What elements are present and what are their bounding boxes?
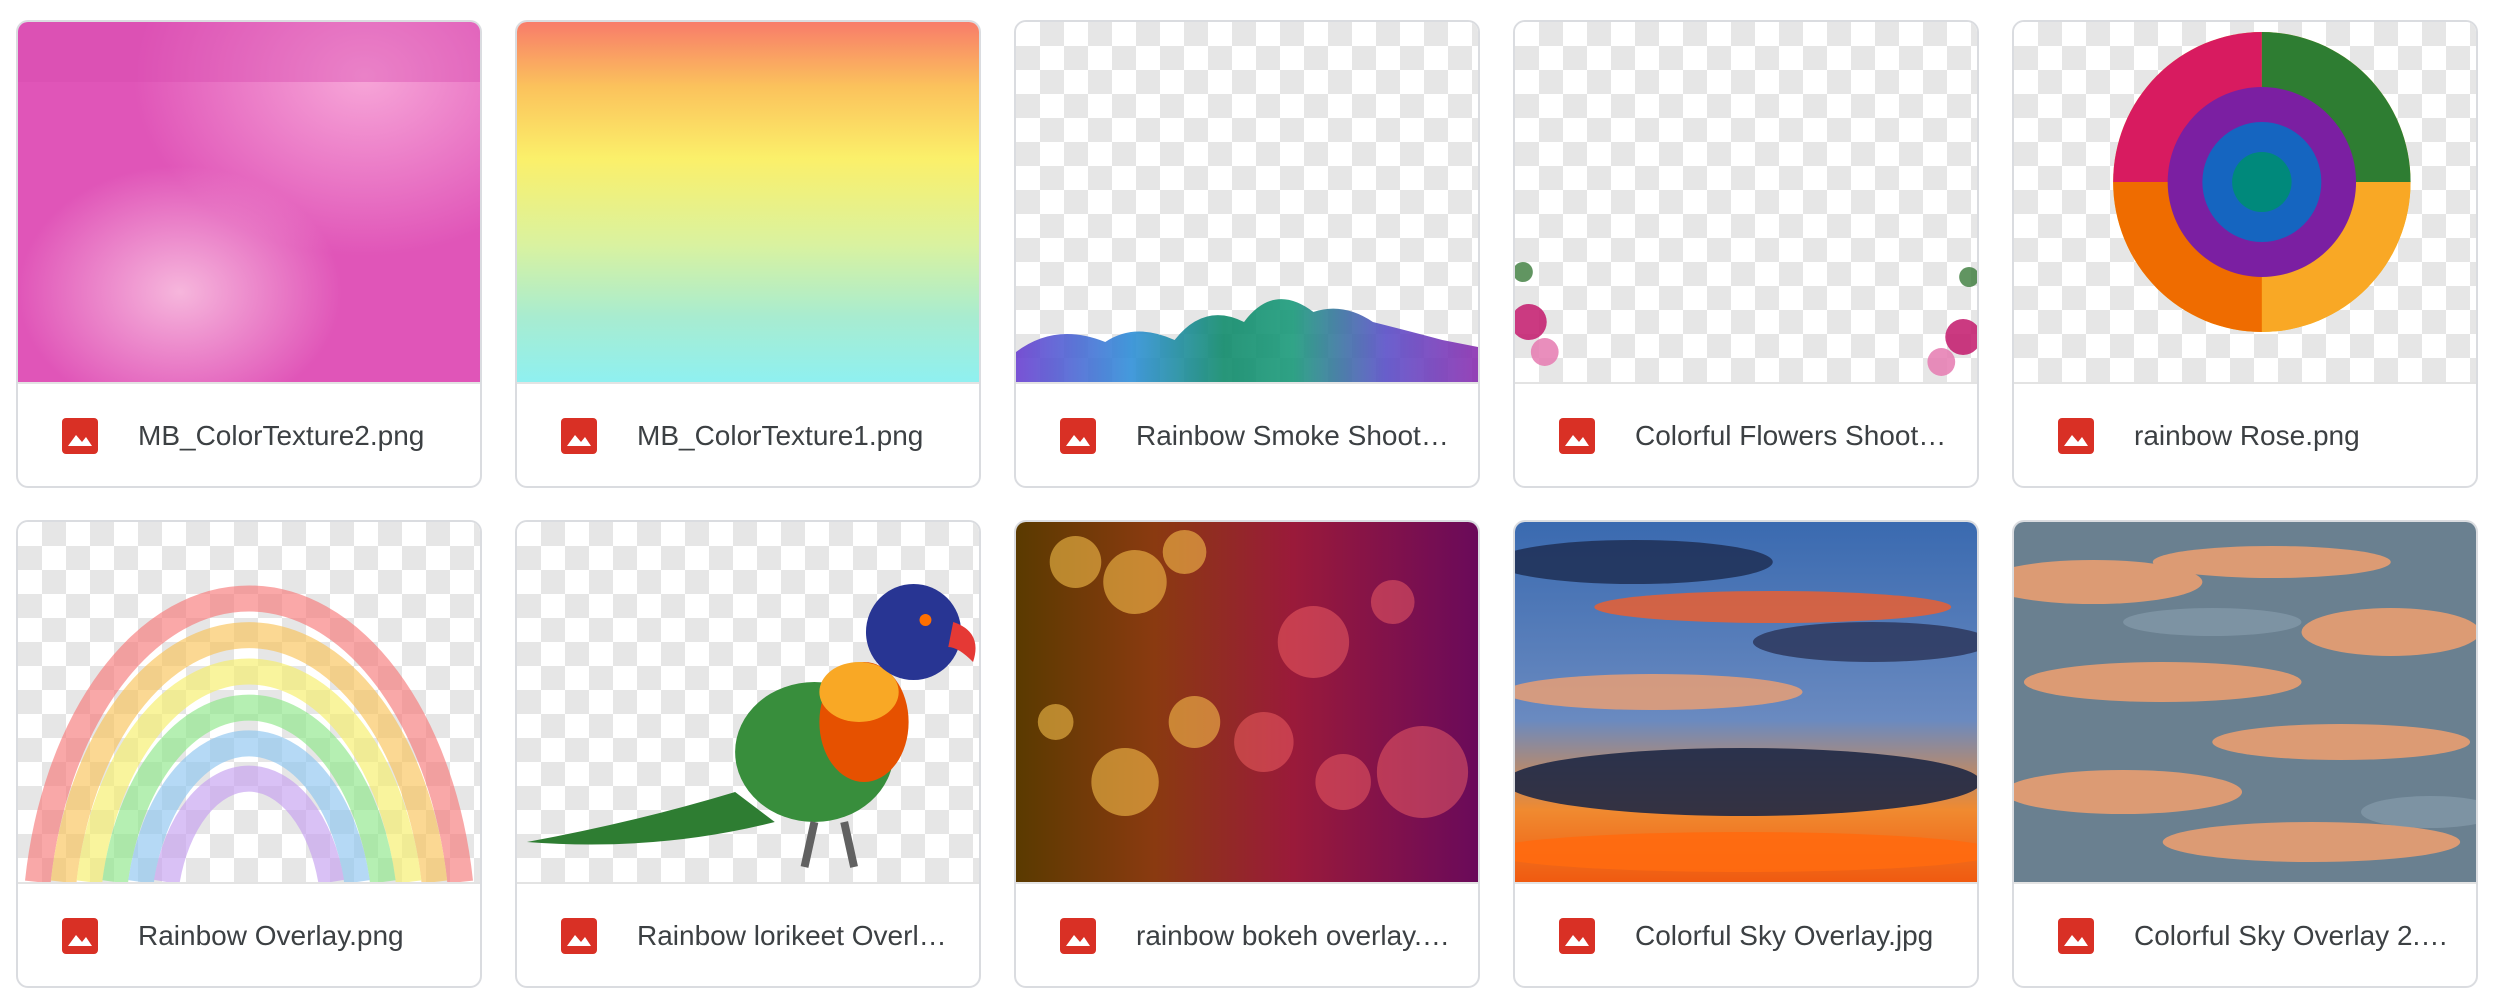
file-caption: MB_ColorTexture1.png	[517, 382, 979, 486]
file-card[interactable]: MB_ColorTexture2.png	[16, 20, 482, 488]
file-card[interactable]: Rainbow Smoke Shoot…	[1014, 20, 1480, 488]
file-thumbnail	[1515, 22, 1977, 382]
file-caption: rainbow Rose.png	[2014, 382, 2476, 486]
file-name: rainbow Rose.png	[2134, 420, 2360, 451]
file-thumbnail	[18, 522, 480, 882]
file-name: Rainbow Overlay.png	[138, 920, 404, 951]
file-caption: Colorful Flowers Shoot…	[1515, 382, 1977, 486]
file-thumbnail	[517, 522, 979, 882]
file-name: MB_ColorTexture1.png	[637, 420, 924, 451]
file-name: Colorful Sky Overlay.jpg	[1635, 920, 1934, 951]
file-card[interactable]: MB_ColorTexture1.png	[515, 20, 981, 488]
file-name: MB_ColorTexture2.png	[138, 420, 425, 451]
file-thumbnail	[1016, 22, 1478, 382]
file-name: Rainbow lorikeet Overl…	[637, 920, 947, 951]
file-card[interactable]: Colorful Sky Overlay 2.…	[2012, 520, 2478, 988]
file-name: Colorful Flowers Shoot…	[1635, 420, 1947, 451]
image-icon	[60, 416, 100, 456]
file-name: rainbow bokeh overlay.…	[1136, 920, 1450, 951]
file-caption: Colorful Sky Overlay.jpg	[1515, 882, 1977, 986]
file-card[interactable]: rainbow Rose.png	[2012, 20, 2478, 488]
file-card[interactable]: Rainbow lorikeet Overl…	[515, 520, 981, 988]
image-icon	[1557, 916, 1597, 956]
image-icon	[1058, 916, 1098, 956]
file-name: Rainbow Smoke Shoot…	[1136, 420, 1449, 451]
file-card[interactable]: Colorful Sky Overlay.jpg	[1513, 520, 1979, 988]
image-icon	[559, 916, 599, 956]
image-icon	[60, 916, 100, 956]
file-thumbnail	[517, 22, 979, 382]
image-icon	[559, 416, 599, 456]
file-name: Colorful Sky Overlay 2.…	[2134, 920, 2449, 951]
file-caption: Rainbow Smoke Shoot…	[1016, 382, 1478, 486]
file-card[interactable]: Colorful Flowers Shoot…	[1513, 20, 1979, 488]
file-thumbnail	[2014, 22, 2476, 382]
file-grid: MB_ColorTexture2.png MB_ColorTexture1.pn…	[16, 20, 2478, 988]
file-thumbnail	[1016, 522, 1478, 882]
file-caption: Rainbow lorikeet Overl…	[517, 882, 979, 986]
file-caption: Rainbow Overlay.png	[18, 882, 480, 986]
file-caption: rainbow bokeh overlay.…	[1016, 882, 1478, 986]
file-thumbnail	[2014, 522, 2476, 882]
file-thumbnail	[1515, 522, 1977, 882]
image-icon	[2056, 916, 2096, 956]
image-icon	[2056, 416, 2096, 456]
file-caption: Colorful Sky Overlay 2.…	[2014, 882, 2476, 986]
file-card[interactable]: Rainbow Overlay.png	[16, 520, 482, 988]
file-card[interactable]: rainbow bokeh overlay.…	[1014, 520, 1480, 988]
image-icon	[1557, 416, 1597, 456]
image-icon	[1058, 416, 1098, 456]
file-caption: MB_ColorTexture2.png	[18, 382, 480, 486]
file-thumbnail	[18, 22, 480, 382]
